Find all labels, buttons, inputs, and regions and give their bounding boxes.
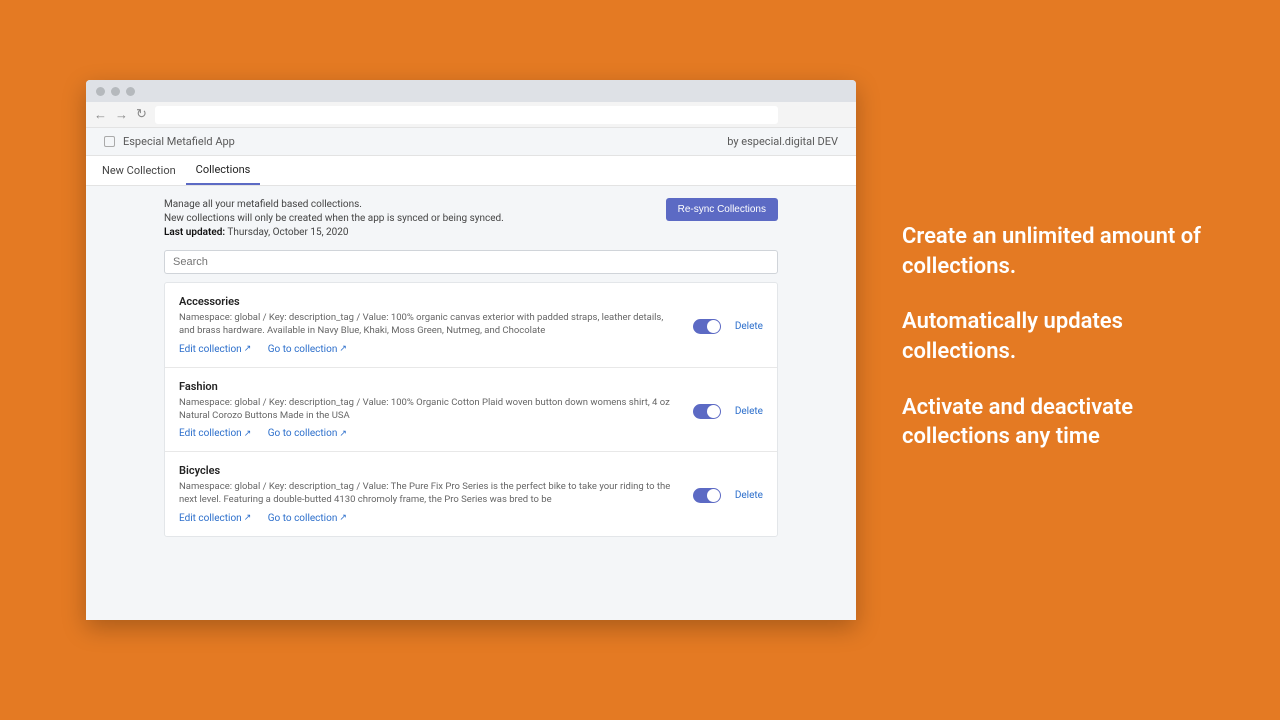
promo-line-3: Activate and deactivate collections any …: [902, 393, 1232, 452]
url-bar[interactable]: [155, 106, 778, 124]
external-icon: ↗: [339, 344, 347, 354]
last-updated-value: Thursday, October 15, 2020: [227, 227, 348, 238]
forward-icon[interactable]: →: [115, 107, 128, 123]
list-item: Bicycles Namespace: global / Key: descri…: [165, 452, 777, 536]
browser-tabbar: [86, 80, 856, 102]
last-updated-label: Last updated:: [164, 227, 225, 238]
promo-copy: Create an unlimited amount of collection…: [902, 222, 1232, 478]
app-icon: [104, 136, 115, 147]
delete-link[interactable]: Delete: [735, 321, 763, 332]
active-toggle[interactable]: [693, 319, 721, 334]
external-icon: ↗: [244, 513, 252, 523]
list-item: Fashion Namespace: global / Key: descrip…: [165, 368, 777, 453]
tab-new-collection[interactable]: New Collection: [92, 156, 186, 185]
window-dot-close[interactable]: [96, 87, 105, 96]
reload-icon[interactable]: ↻: [136, 107, 147, 122]
collection-title: Bicycles: [179, 464, 679, 477]
content: Manage all your metafield based collecti…: [86, 186, 856, 620]
info-text: Manage all your metafield based collecti…: [164, 198, 646, 240]
search-input[interactable]: [164, 250, 778, 274]
promo-line-2: Automatically updates collections.: [902, 307, 1232, 366]
goto-collection-link[interactable]: Go to collection↗: [268, 428, 347, 439]
collection-desc: Namespace: global / Key: description_tag…: [179, 396, 679, 423]
window-dot-minimize[interactable]: [111, 87, 120, 96]
external-icon: ↗: [244, 344, 252, 354]
collection-desc: Namespace: global / Key: description_tag…: [179, 480, 679, 507]
back-icon[interactable]: ←: [94, 107, 107, 123]
browser-window: ← → ↻ Especial Metafield App by especial…: [86, 80, 856, 620]
goto-collection-link[interactable]: Go to collection↗: [268, 344, 347, 355]
app-header: Especial Metafield App by especial.digit…: [86, 128, 856, 156]
collection-desc: Namespace: global / Key: description_tag…: [179, 311, 679, 338]
promo-line-1: Create an unlimited amount of collection…: [902, 222, 1232, 281]
collection-title: Accessories: [179, 295, 679, 308]
browser-toolbar: ← → ↻: [86, 102, 856, 128]
goto-collection-link[interactable]: Go to collection↗: [268, 513, 347, 524]
info-line1: Manage all your metafield based collecti…: [164, 199, 362, 210]
active-toggle[interactable]: [693, 404, 721, 419]
resync-button[interactable]: Re-sync Collections: [666, 198, 778, 221]
collections-card: Accessories Namespace: global / Key: des…: [164, 282, 778, 537]
external-icon: ↗: [339, 513, 347, 523]
delete-link[interactable]: Delete: [735, 490, 763, 501]
delete-link[interactable]: Delete: [735, 406, 763, 417]
edit-collection-link[interactable]: Edit collection↗: [179, 344, 251, 355]
external-icon: ↗: [339, 429, 347, 439]
app-title: Especial Metafield App: [123, 135, 235, 148]
collection-title: Fashion: [179, 380, 679, 393]
edit-collection-link[interactable]: Edit collection↗: [179, 428, 251, 439]
external-icon: ↗: [244, 429, 252, 439]
window-dot-maximize[interactable]: [126, 87, 135, 96]
edit-collection-link[interactable]: Edit collection↗: [179, 513, 251, 524]
app-byline: by especial.digital DEV: [727, 135, 838, 148]
list-item: Accessories Namespace: global / Key: des…: [165, 283, 777, 368]
active-toggle[interactable]: [693, 488, 721, 503]
tabs: New Collection Collections: [86, 156, 856, 186]
info-line2: New collections will only be created whe…: [164, 213, 504, 224]
tab-collections[interactable]: Collections: [186, 156, 261, 185]
